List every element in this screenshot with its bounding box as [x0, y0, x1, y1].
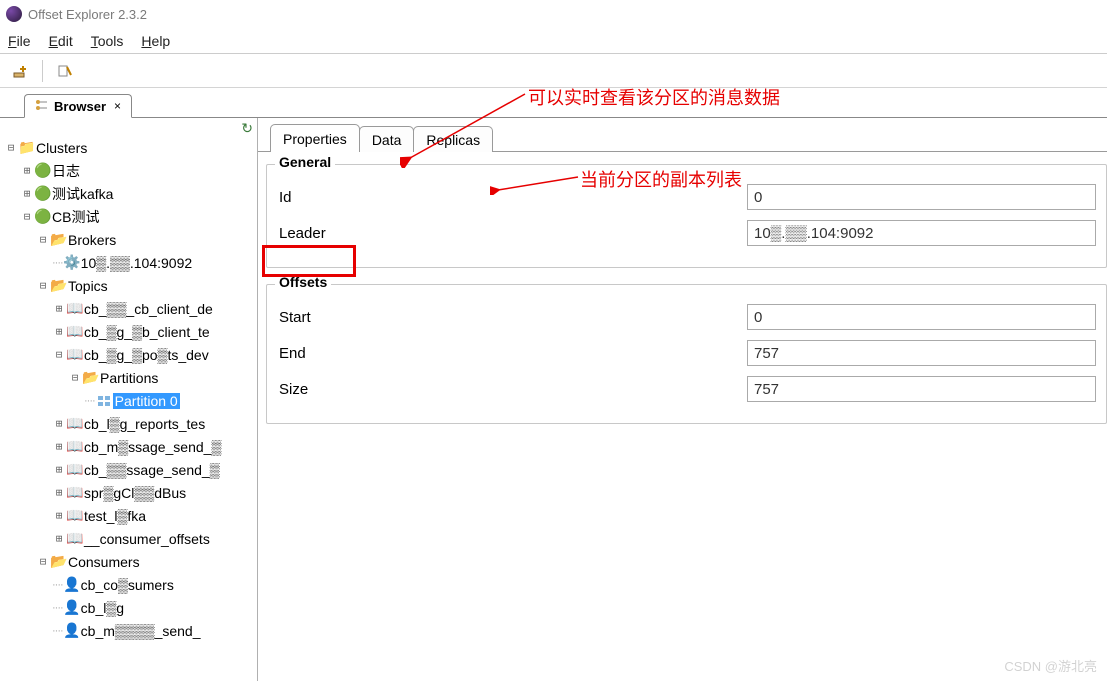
add-cluster-button[interactable] [4, 57, 36, 85]
legend-general: General [275, 154, 335, 170]
browser-sidebar: ↻ ⊟📁Clusters ⊞🟢日志 ⊞🟢测试kafka ⊟🟢CB测试 ⊟📂Bro… [0, 118, 258, 681]
tree-icon [35, 99, 49, 114]
value-leader[interactable]: 10▒.▒▒.104:9092 [747, 220, 1096, 246]
menu-help[interactable]: Help [141, 33, 170, 49]
window-title: Offset Explorer 2.3.2 [28, 7, 147, 22]
tree-node-partition[interactable]: ····Partition 0 [4, 389, 257, 412]
toolbar-separator [42, 60, 43, 82]
pencil-icon [57, 63, 73, 79]
value-start[interactable]: 0 [747, 304, 1096, 330]
tree-node-cluster[interactable]: ⊞🟢测试kafka [4, 182, 257, 205]
label-size: Size [277, 381, 747, 398]
browser-tab-label: Browser [54, 99, 106, 114]
field-end: End 757 [277, 335, 1096, 371]
tree-node-brokers[interactable]: ⊟📂Brokers [4, 228, 257, 251]
tree-node-consumers[interactable]: ⊟📂Consumers [4, 550, 257, 573]
value-id[interactable]: 0 [747, 184, 1096, 210]
menu-edit[interactable]: Edit [49, 33, 73, 49]
tree-node-topic[interactable]: ⊞📖cb_m▒ssage_send_▒ [4, 435, 257, 458]
menu-bar: File Edit Tools Help [0, 28, 1107, 54]
label-id: Id [277, 189, 747, 206]
tree-node-consumer[interactable]: ····👤cb_co▒sumers [4, 573, 257, 596]
tree-node-broker[interactable]: ····⚙️10▒.▒▒.104:9092 [4, 251, 257, 274]
tree-node-topic[interactable]: ⊞📖cb_▒▒ssage_send_▒ [4, 458, 257, 481]
detail-tabs: Properties Data Replicas [258, 122, 1107, 152]
cluster-tree[interactable]: ⊟📁Clusters ⊞🟢日志 ⊞🟢测试kafka ⊟🟢CB测试 ⊟📂Broke… [0, 118, 257, 642]
watermark: CSDN @游北亮 [1004, 656, 1097, 675]
field-start: Start 0 [277, 299, 1096, 335]
browser-panel-tab[interactable]: Browser × [24, 94, 132, 118]
consumer-icon: 👤 [63, 599, 81, 616]
edit-button[interactable] [49, 57, 81, 85]
group-offsets: Offsets Start 0 End 757 Size 757 [266, 284, 1107, 424]
tree-node-topic[interactable]: ⊞📖cb_▒g_▒b_client_te [4, 320, 257, 343]
group-general: General Id 0 Leader 10▒.▒▒.104:9092 [266, 164, 1107, 268]
tree-node-consumer[interactable]: ····👤cb_l▒g [4, 596, 257, 619]
title-bar: Offset Explorer 2.3.2 [0, 0, 1107, 28]
tree-node-cluster[interactable]: ⊟🟢CB测试 [4, 205, 257, 228]
tab-data[interactable]: Data [359, 126, 415, 152]
add-cluster-icon [12, 63, 28, 79]
field-leader: Leader 10▒.▒▒.104:9092 [277, 215, 1096, 251]
tree-node-partitions[interactable]: ⊟📂Partitions [4, 366, 257, 389]
field-size: Size 757 [277, 371, 1096, 407]
tree-node-topic[interactable]: ⊞📖cb_▒▒_cb_client_de [4, 297, 257, 320]
tree-node-topic[interactable]: ⊞📖spr▒gCl▒▒dBus [4, 481, 257, 504]
tree-node-topics[interactable]: ⊟📂Topics [4, 274, 257, 297]
field-id: Id 0 [277, 179, 1096, 215]
tree-node-topic[interactable]: ⊞📖__consumer_offsets [4, 527, 257, 550]
toolbar [0, 54, 1107, 88]
consumer-icon: 👤 [63, 622, 81, 639]
label-start: Start [277, 309, 747, 326]
menu-tools[interactable]: Tools [91, 33, 124, 49]
partition-icon [95, 395, 113, 407]
panel-tab-row: Browser × [0, 88, 1107, 118]
menu-file[interactable]: File [8, 33, 31, 49]
tab-replicas[interactable]: Replicas [413, 126, 493, 152]
app-logo-icon [6, 6, 22, 22]
value-size[interactable]: 757 [747, 376, 1096, 402]
legend-offsets: Offsets [275, 274, 331, 290]
label-end: End [277, 345, 747, 362]
tree-node-topic[interactable]: ⊟📖cb_▒g_▒po▒ts_dev [4, 343, 257, 366]
consumer-icon: 👤 [63, 576, 81, 593]
content-panel: Properties Data Replicas General Id 0 Le… [258, 118, 1107, 681]
value-end[interactable]: 757 [747, 340, 1096, 366]
refresh-icon[interactable]: ↻ [241, 120, 253, 137]
tab-properties[interactable]: Properties [270, 124, 360, 152]
tree-node-clusters[interactable]: ⊟📁Clusters [4, 136, 257, 159]
label-leader: Leader [277, 225, 747, 242]
tree-node-topic[interactable]: ⊞📖cb_l▒g_reports_tes [4, 412, 257, 435]
tree-node-topic[interactable]: ⊞📖test_l▒fka [4, 504, 257, 527]
tree-node-consumer[interactable]: ····👤cb_m▒▒▒▒_send_ [4, 619, 257, 642]
close-tab-icon[interactable]: × [114, 99, 121, 113]
tree-node-cluster[interactable]: ⊞🟢日志 [4, 159, 257, 182]
